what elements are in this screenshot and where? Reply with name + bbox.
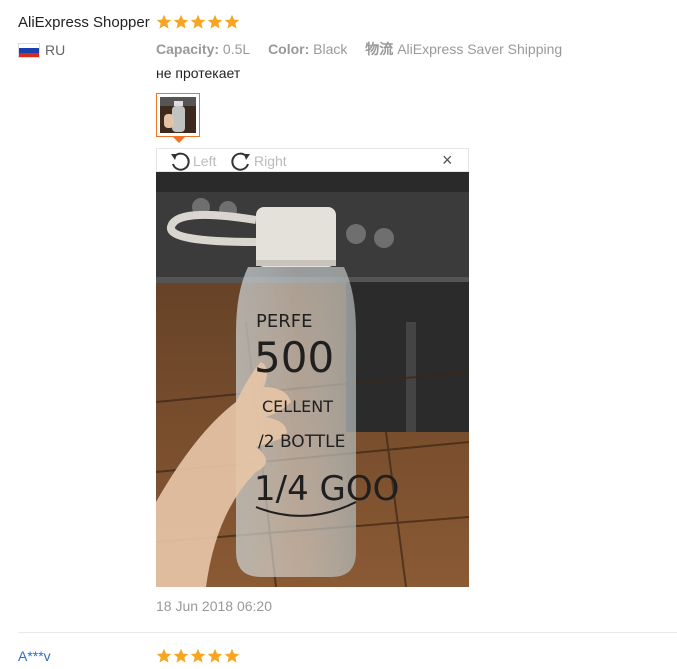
bottle-text-line: 1/4 GOO	[254, 469, 399, 509]
bottle-photo-image: PERFE 500 CELLENT /2 BOTTLE 1/4 GOO	[156, 172, 469, 587]
review-divider	[18, 632, 677, 633]
bottle-text-line: 500	[254, 333, 334, 382]
rotate-right-label: Right	[254, 153, 287, 169]
star-icon	[207, 14, 223, 29]
star-icon	[207, 648, 223, 663]
star-icon	[224, 648, 240, 663]
shipping-value: AliExpress Saver Shipping	[397, 41, 563, 57]
russia-flag-icon	[18, 43, 40, 58]
color-value: Black	[313, 41, 348, 57]
rotate-right-icon	[231, 152, 250, 171]
star-icon	[156, 14, 172, 29]
star-rating-2	[156, 648, 240, 664]
bottle-thumbnail-image	[160, 97, 196, 133]
star-icon	[156, 648, 172, 663]
bottle-text-line: /2 BOTTLE	[258, 432, 345, 452]
capacity-value: 0.5L	[222, 41, 251, 57]
rotate-right-button[interactable]: Right	[230, 151, 287, 171]
review-photo: PERFE 500 CELLENT /2 BOTTLE 1/4 GOO	[156, 172, 469, 587]
close-viewer-button[interactable]: ×	[442, 151, 453, 169]
rotate-left-button[interactable]: Left	[169, 151, 216, 171]
capacity-label: Capacity:	[156, 41, 220, 57]
star-icon	[173, 14, 189, 29]
rotate-left-icon	[171, 152, 190, 171]
reviewer-name-2[interactable]: A***v	[18, 648, 51, 664]
review-photo-thumbnail[interactable]	[156, 93, 200, 137]
star-icon	[190, 14, 206, 29]
star-rating	[156, 14, 240, 30]
order-details: Capacity: 0.5L Color: Black 物流 AliExpres…	[156, 39, 562, 59]
image-viewer-toolbar: Left Right ×	[156, 148, 469, 172]
reviewer-country: RU	[45, 42, 66, 58]
review-text: не протекает	[156, 65, 241, 81]
color-label: Color:	[268, 41, 310, 57]
thumbnail-pointer	[173, 137, 185, 143]
shipping-label: 物流	[365, 41, 394, 57]
review-date: 18 Jun 2018 06:20	[156, 598, 272, 614]
star-icon	[224, 14, 240, 29]
star-icon	[173, 648, 189, 663]
bottle-text-line: CELLENT	[262, 397, 333, 416]
rotate-left-label: Left	[193, 153, 217, 169]
star-icon	[190, 648, 206, 663]
reviewer-name: AliExpress Shopper	[18, 14, 150, 31]
bottle-text-line: PERFE	[256, 311, 312, 332]
